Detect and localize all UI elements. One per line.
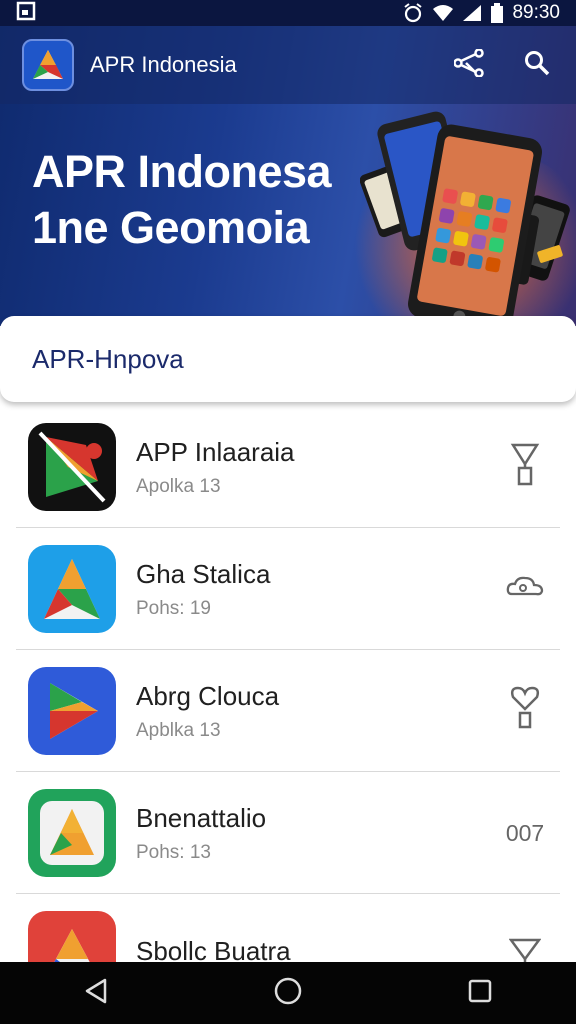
- back-icon: [83, 977, 109, 1010]
- item-name: Gha Stalica: [136, 558, 271, 589]
- share-button[interactable]: [452, 47, 486, 82]
- app-icon-4: [28, 789, 116, 877]
- recents-icon: [467, 978, 493, 1009]
- back-button[interactable]: [66, 962, 126, 1024]
- screen: 89:30 APR Indonesia APR Indonesa 1ne Geo…: [0, 0, 576, 1024]
- item-text: Bnenattalio Pohs: 13: [136, 803, 266, 864]
- list-item[interactable]: Gha Stalica Pohs: 19: [0, 528, 576, 650]
- home-icon: [273, 976, 303, 1011]
- hourglass-icon: [510, 442, 540, 492]
- status-left: [16, 1, 36, 26]
- item-name: APP Inlaaraia: [136, 436, 295, 467]
- hero-line-1: APR Indonesa: [32, 146, 332, 197]
- cloud-icon: [506, 574, 544, 604]
- hero-line-2: 1ne Geomoia: [32, 202, 310, 253]
- cloud-button[interactable]: [502, 574, 548, 604]
- search-card[interactable]: APR-Hnpova: [0, 316, 576, 402]
- item-text: APP Inlaaraia Apolka 13: [136, 437, 295, 498]
- search-text: APR-Hnpova: [32, 343, 184, 374]
- app-actions: [452, 47, 554, 82]
- item-name: Bnenattalio: [136, 802, 267, 833]
- hourglass-button[interactable]: [502, 442, 548, 492]
- list-item[interactable]: Bnenattalio Pohs: 13 007: [0, 772, 576, 894]
- item-sub: Pohs: 19: [136, 597, 211, 619]
- share-icon: [453, 47, 484, 82]
- app-logo: [22, 39, 74, 91]
- item-sub: Apolka 13: [136, 475, 221, 497]
- item-text: Abrg Clouca Apblka 13: [136, 681, 279, 742]
- screenshot-icon: [16, 1, 36, 26]
- favorite-button[interactable]: [502, 685, 548, 737]
- search-icon: [524, 50, 550, 81]
- alarm-icon: [402, 3, 424, 23]
- status-time: 89:30: [512, 2, 560, 23]
- item-text: Gha Stalica Pohs: 19: [136, 559, 270, 620]
- app-icon-2: [28, 545, 116, 633]
- home-button[interactable]: [258, 962, 318, 1024]
- app-list: APP Inlaaraia Apolka 13 Gha Stalica Pohs…: [0, 406, 576, 1016]
- wifi-icon: [432, 4, 454, 22]
- heart-icon: [510, 685, 540, 737]
- hero-banner: APR Indonesia APR Indonesa 1ne Geomoia: [0, 26, 576, 326]
- list-item[interactable]: APP Inlaaraia Apolka 13: [0, 406, 576, 528]
- status-bar: 89:30: [0, 0, 576, 26]
- item-sub: Apblka 13: [136, 719, 221, 741]
- item-name: Abrg Clouca: [136, 680, 280, 711]
- phones-illustration: [359, 98, 570, 326]
- signal-icon: [462, 4, 482, 22]
- item-count: 007: [505, 819, 545, 846]
- app-title: APR Indonesia: [90, 52, 237, 77]
- search-button[interactable]: [520, 48, 554, 82]
- battery-icon: [490, 3, 504, 23]
- app-icon-1: [28, 423, 116, 511]
- hero-text: APR Indonesa 1ne Geomoia: [32, 144, 332, 256]
- item-sub: Pohs: 13: [136, 841, 211, 863]
- status-right: 89:30: [402, 2, 560, 24]
- list-item[interactable]: Abrg Clouca Apblka 13: [0, 650, 576, 772]
- nav-bar: [0, 962, 576, 1024]
- app-bar: APR Indonesia: [0, 26, 576, 104]
- app-icon-3: [28, 667, 116, 755]
- recents-button[interactable]: [450, 962, 510, 1024]
